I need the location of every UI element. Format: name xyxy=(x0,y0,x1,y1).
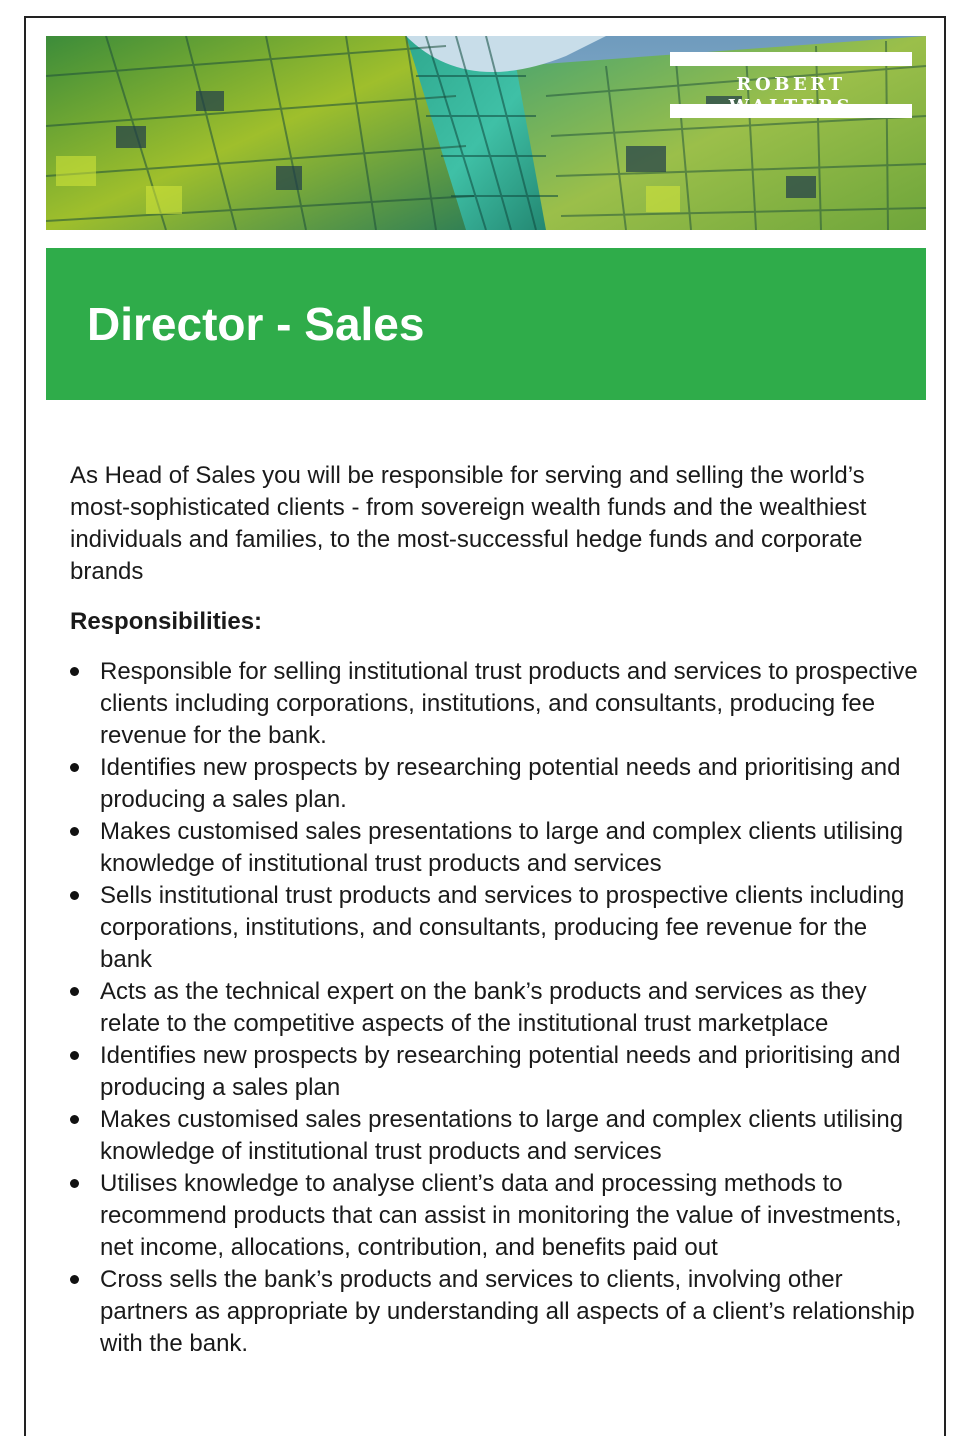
list-item-text: Identifies new prospects by researching … xyxy=(100,754,901,813)
list-item: Responsible for selling institutional tr… xyxy=(70,656,920,752)
bullet-icon xyxy=(70,827,79,836)
bullet-icon xyxy=(70,1275,79,1284)
responsibilities-list: Responsible for selling institutional tr… xyxy=(70,656,920,1360)
list-item-text: Utilises knowledge to analyse client’s d… xyxy=(100,1170,902,1261)
responsibilities-heading: Responsibilities: xyxy=(70,608,263,635)
list-item: Makes customised sales presentations to … xyxy=(70,816,920,880)
robert-walters-logo: ROBERT WALTERS xyxy=(670,52,912,120)
list-item-text: Sells institutional trust products and s… xyxy=(100,882,905,973)
list-item-text: Identifies new prospects by researching … xyxy=(100,1042,901,1101)
list-item: Cross sells the bank’s products and serv… xyxy=(70,1264,920,1360)
bullet-icon xyxy=(70,667,79,676)
list-item: Sells institutional trust products and s… xyxy=(70,880,920,976)
email-frame: ROBERT WALTERS Director - Sales As Head … xyxy=(24,16,946,1436)
bullet-icon xyxy=(70,1179,79,1188)
list-item: Identifies new prospects by researching … xyxy=(70,1040,920,1104)
bullet-icon xyxy=(70,987,79,996)
bullet-icon xyxy=(70,763,79,772)
bullet-icon xyxy=(70,1115,79,1124)
list-item-text: Responsible for selling institutional tr… xyxy=(100,658,918,749)
logo-top-bar xyxy=(670,52,912,66)
list-item-text: Makes customised sales presentations to … xyxy=(100,818,904,877)
list-item-text: Makes customised sales presentations to … xyxy=(100,1106,904,1165)
list-item-text: Cross sells the bank’s products and serv… xyxy=(100,1266,915,1357)
job-title: Director - Sales xyxy=(87,298,425,350)
list-item: Identifies new prospects by researching … xyxy=(70,752,920,816)
list-item-text: Acts as the technical expert on the bank… xyxy=(100,978,867,1037)
intro-paragraph: As Head of Sales you will be responsible… xyxy=(70,462,867,585)
job-description: As Head of Sales you will be responsible… xyxy=(70,460,920,1360)
list-item: Acts as the technical expert on the bank… xyxy=(70,976,920,1040)
bullet-icon xyxy=(70,1051,79,1060)
list-item: Makes customised sales presentations to … xyxy=(70,1104,920,1168)
logo-bottom-bar xyxy=(670,104,912,118)
header-banner-image: ROBERT WALTERS xyxy=(46,36,926,230)
list-item: Utilises knowledge to analyse client’s d… xyxy=(70,1168,920,1264)
bullet-icon xyxy=(70,891,79,900)
job-title-block: Director - Sales xyxy=(46,248,926,400)
